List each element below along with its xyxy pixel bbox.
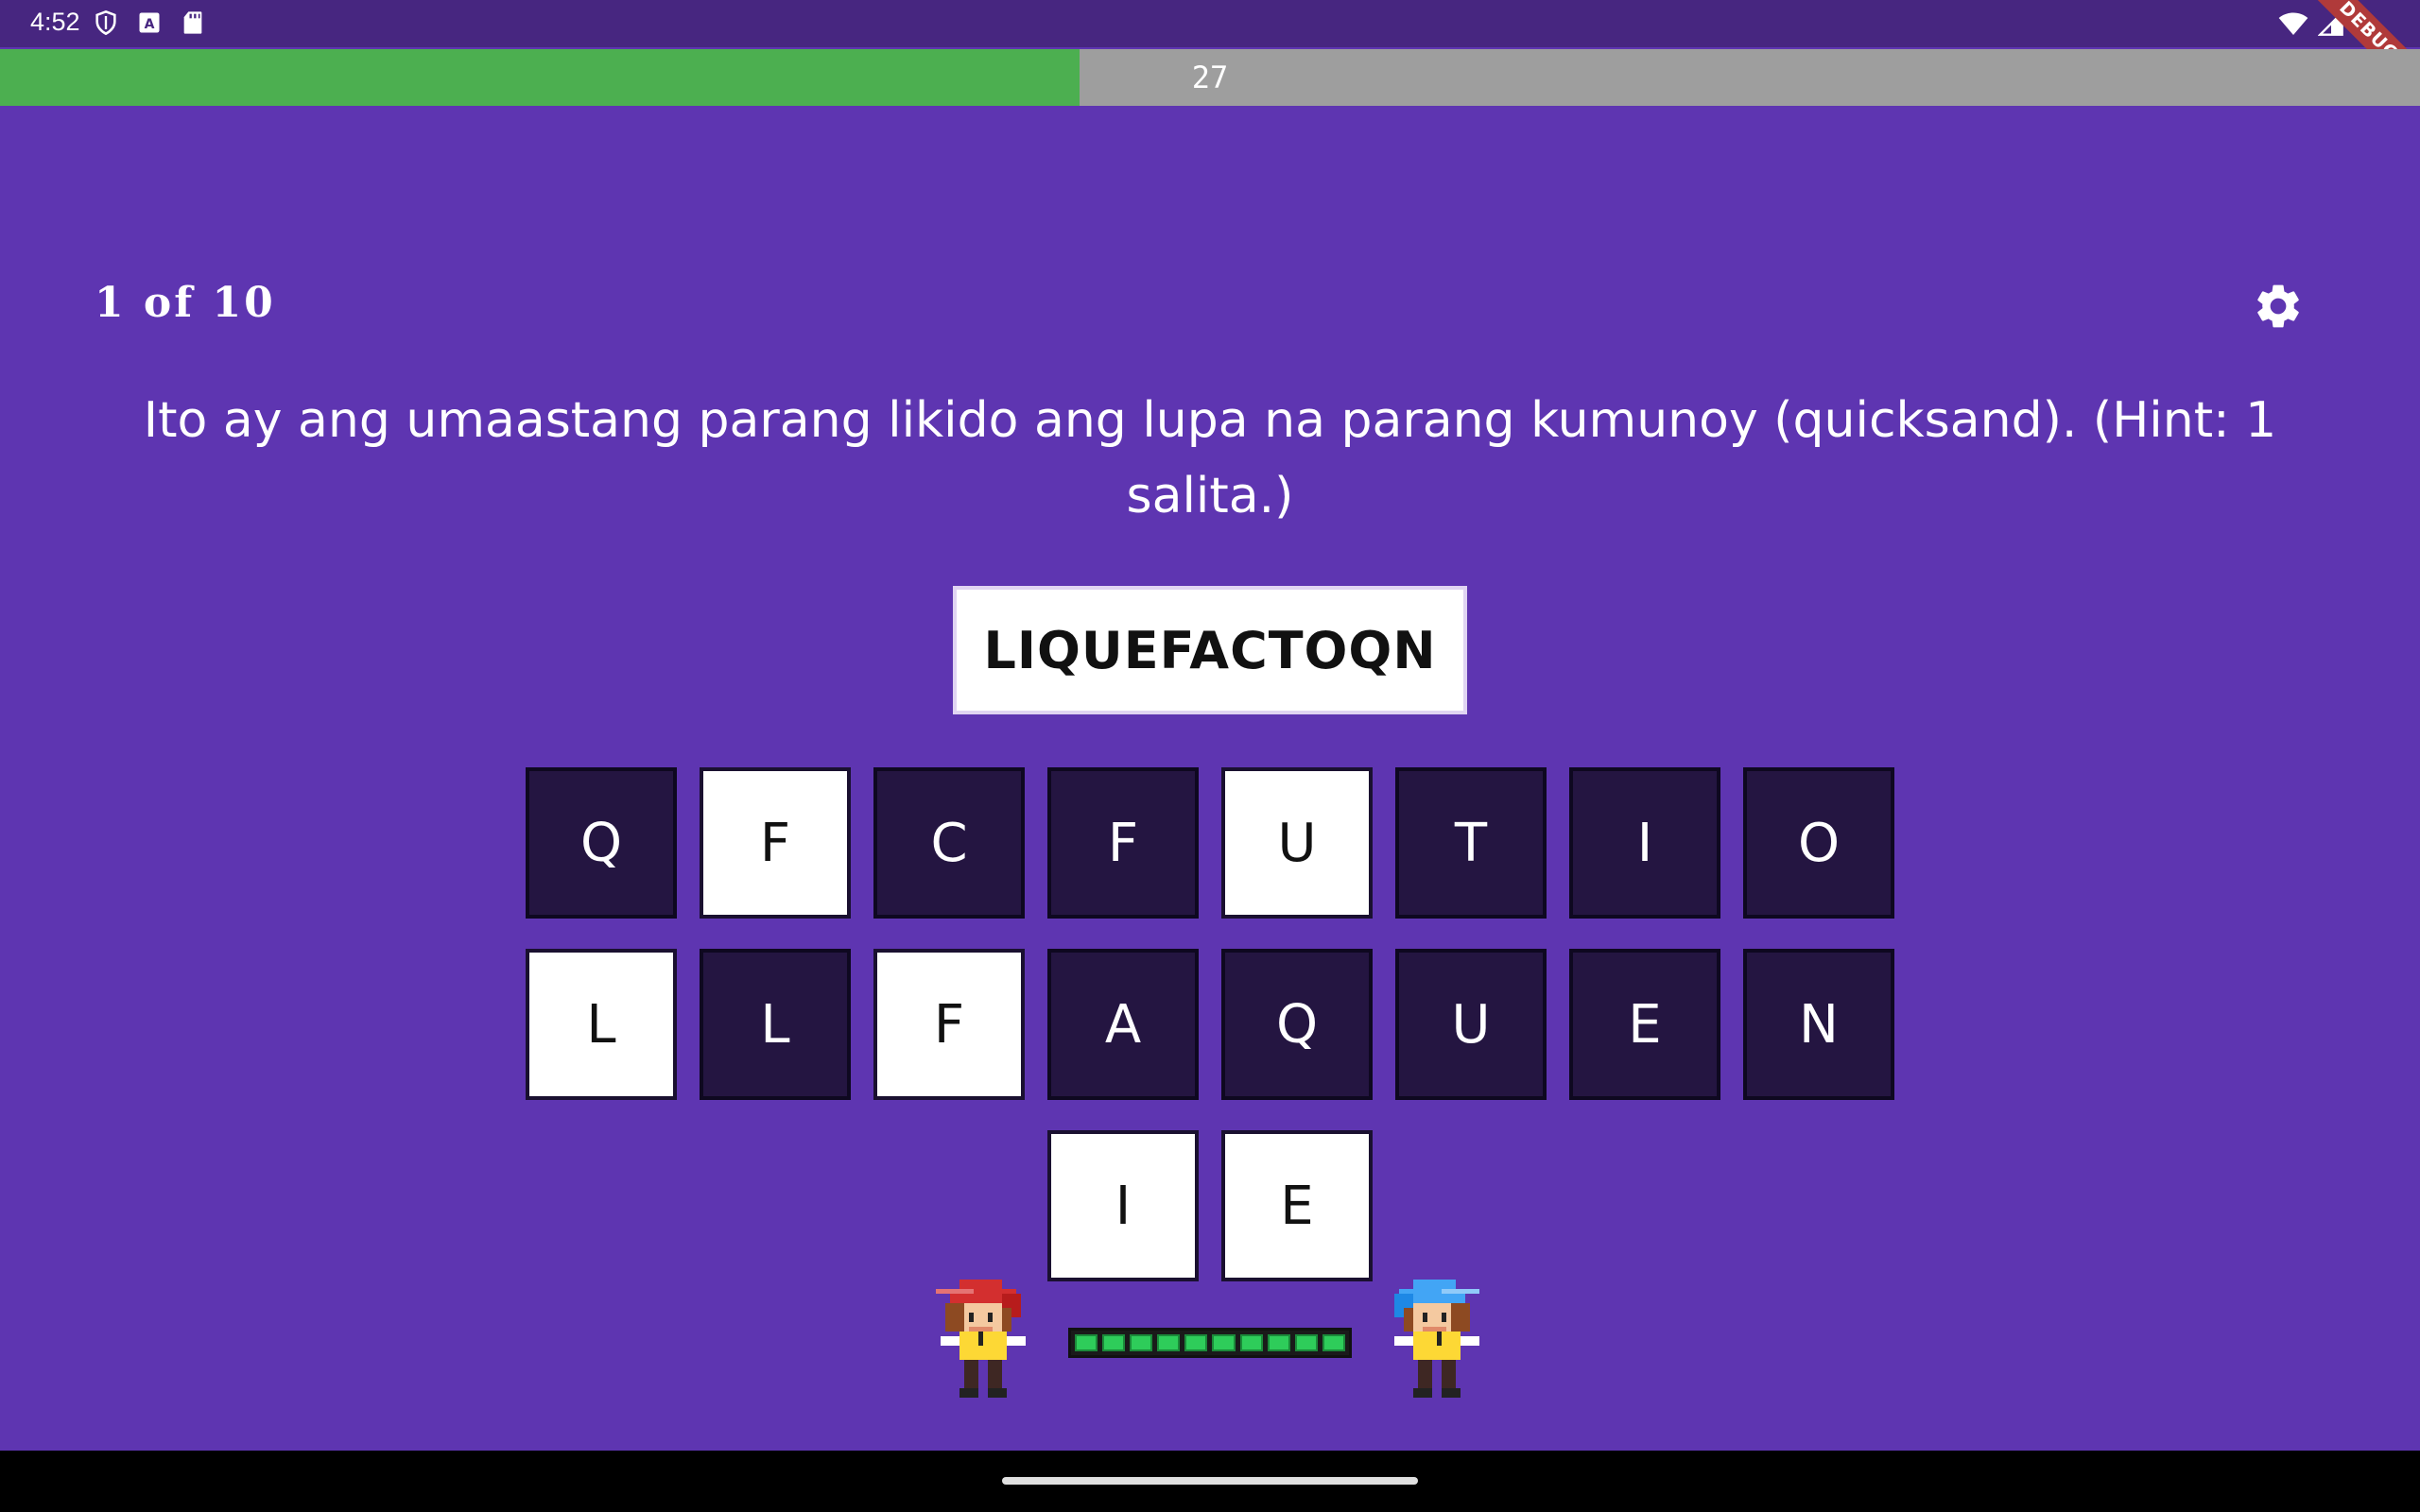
letter-tile[interactable]: U (1221, 767, 1373, 919)
health-segment (1075, 1334, 1098, 1351)
wifi-icon (2278, 10, 2308, 41)
letter-tile[interactable]: A (1047, 949, 1199, 1100)
health-segment (1102, 1334, 1126, 1351)
health-segment (1130, 1334, 1153, 1351)
navigation-bar (0, 1451, 2420, 1512)
svg-text:A: A (145, 17, 155, 32)
a-icon: A (136, 9, 163, 36)
letter-tile[interactable]: T (1395, 767, 1547, 919)
health-segment (1239, 1334, 1263, 1351)
health-bar (1068, 1328, 1352, 1358)
letter-tile[interactable]: F (1047, 767, 1199, 919)
gear-icon[interactable] (2252, 280, 2305, 333)
letter-tile[interactable]: F (700, 767, 851, 919)
letter-tile[interactable]: L (700, 949, 851, 1100)
letter-tile[interactable]: Q (1221, 949, 1373, 1100)
letter-tile[interactable]: E (1569, 949, 1720, 1100)
letter-tile[interactable]: U (1395, 949, 1547, 1100)
letter-tile[interactable]: Q (526, 767, 677, 919)
letter-tile[interactable]: O (1743, 767, 1894, 919)
status-time: 4:52 (30, 8, 80, 36)
health-segment (1294, 1334, 1318, 1351)
health-segment (1157, 1334, 1181, 1351)
answer-box: LIQUEFACTOQN (953, 586, 1467, 714)
letter-tile[interactable]: N (1743, 949, 1894, 1100)
health-segment (1184, 1334, 1208, 1351)
timer-bar: 27 (0, 49, 2420, 106)
status-bar: 4:52 A (0, 0, 2420, 47)
letter-tile[interactable]: I (1047, 1130, 1199, 1281)
sd-card-icon (180, 9, 206, 36)
timer-value: 27 (1191, 60, 1229, 95)
shield-icon (93, 9, 119, 36)
letter-tile[interactable]: F (873, 949, 1025, 1100)
home-gesture-handle[interactable] (1002, 1477, 1418, 1485)
status-left-icons: A (93, 9, 206, 36)
health-segment (1322, 1334, 1345, 1351)
question-progress: 1 of 10 (95, 279, 276, 327)
letter-tile[interactable]: L (526, 949, 677, 1100)
opponent-character (1390, 1280, 1484, 1402)
player-character (936, 1280, 1030, 1402)
answer-text: LIQUEFACTOQN (983, 620, 1437, 680)
letter-tile[interactable]: I (1569, 767, 1720, 919)
health-segment (1267, 1334, 1290, 1351)
health-segment (1212, 1334, 1236, 1351)
question-text: Ito ay ang umaastang parang likido ang l… (143, 392, 2277, 524)
letter-tile[interactable]: E (1221, 1130, 1373, 1281)
letter-tile[interactable]: C (873, 767, 1025, 919)
